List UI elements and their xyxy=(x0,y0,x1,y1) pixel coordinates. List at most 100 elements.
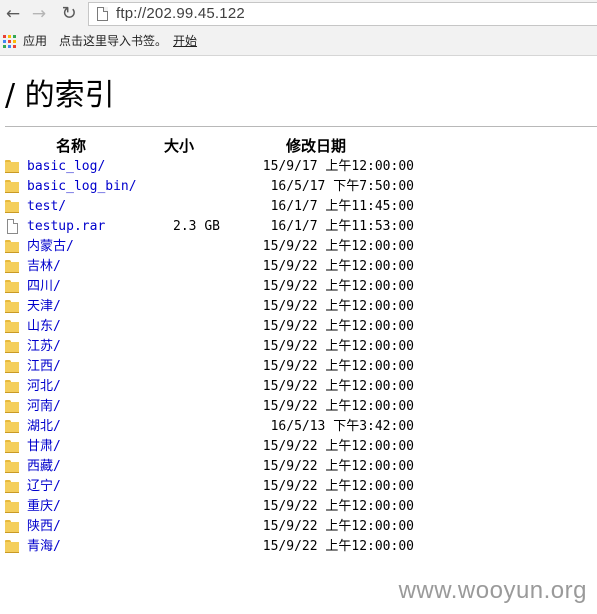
list-item: test/16/1/7 上午11:45:00 xyxy=(0,197,597,217)
file-icon xyxy=(5,219,19,234)
address-bar[interactable]: ftp://202.99.45.122 xyxy=(88,2,597,26)
folder-link[interactable]: 内蒙古/ xyxy=(27,238,74,256)
folder-icon xyxy=(5,340,19,353)
file-size: 2.3 GB xyxy=(173,219,220,234)
modified-date: 15/9/22 上午12:00:00 xyxy=(262,279,414,294)
modified-date: 15/9/22 上午12:00:00 xyxy=(262,359,414,374)
modified-date: 15/9/22 上午12:00:00 xyxy=(262,299,414,314)
back-arrow-icon[interactable]: ← xyxy=(3,4,23,24)
folder-link[interactable]: 山东/ xyxy=(27,318,61,336)
list-item: 重庆/15/9/22 上午12:00:00 xyxy=(0,497,597,517)
folder-icon xyxy=(5,400,19,413)
folder-link[interactable]: 吉林/ xyxy=(27,258,61,276)
modified-date: 15/9/22 上午12:00:00 xyxy=(262,479,414,494)
folder-link[interactable]: 辽宁/ xyxy=(27,478,61,496)
file-listing: basic_log/15/9/17 上午12:00:00 basic_log_bi… xyxy=(0,157,597,557)
folder-icon xyxy=(5,200,19,213)
folder-icon xyxy=(5,520,19,533)
folder-icon xyxy=(5,240,19,253)
modified-date: 15/9/22 上午12:00:00 xyxy=(262,319,414,334)
modified-date: 15/9/22 上午12:00:00 xyxy=(262,499,414,514)
list-item: 江苏/15/9/22 上午12:00:00 xyxy=(0,337,597,357)
modified-date: 16/5/17 下午7:50:00 xyxy=(270,179,414,194)
column-header-size[interactable]: 大小 xyxy=(164,137,194,155)
list-item: 天津/15/9/22 上午12:00:00 xyxy=(0,297,597,317)
folder-link[interactable]: 重庆/ xyxy=(27,498,61,516)
list-item: 江西/15/9/22 上午12:00:00 xyxy=(0,357,597,377)
apps-grid-icon[interactable] xyxy=(3,35,16,48)
folder-icon xyxy=(5,440,19,453)
bookmark-start-link[interactable]: 开始 xyxy=(173,33,197,49)
folder-icon xyxy=(5,320,19,333)
modified-date: 16/1/7 上午11:45:00 xyxy=(270,199,414,214)
modified-date: 15/9/22 上午12:00:00 xyxy=(262,339,414,354)
page-title: / 的索引 xyxy=(5,78,115,113)
folder-icon xyxy=(5,160,19,173)
url-text[interactable]: ftp://202.99.45.122 xyxy=(116,5,245,23)
folder-link[interactable]: basic_log/ xyxy=(27,158,105,176)
modified-date: 15/9/22 上午12:00:00 xyxy=(262,439,414,454)
modified-date: 15/9/22 上午12:00:00 xyxy=(262,539,414,554)
folder-icon xyxy=(5,380,19,393)
modified-date: 16/5/13 下午3:42:00 xyxy=(270,419,414,434)
list-item: basic_log/15/9/17 上午12:00:00 xyxy=(0,157,597,177)
list-item: 河北/15/9/22 上午12:00:00 xyxy=(0,377,597,397)
watermark: www.wooyun.org xyxy=(398,577,587,604)
folder-link[interactable]: 天津/ xyxy=(27,298,61,316)
column-header-name[interactable]: 名称 xyxy=(56,137,86,155)
folder-icon xyxy=(5,480,19,493)
modified-date: 15/9/22 上午12:00:00 xyxy=(262,519,414,534)
bookmark-apps[interactable]: 应用 xyxy=(23,33,47,49)
folder-link[interactable]: 河北/ xyxy=(27,378,61,396)
forward-arrow-icon[interactable]: → xyxy=(29,4,49,24)
folder-link[interactable]: 江西/ xyxy=(27,358,61,376)
list-item: basic_log_bin/16/5/17 下午7:50:00 xyxy=(0,177,597,197)
column-header-modified[interactable]: 修改日期 xyxy=(286,137,346,155)
modified-date: 15/9/22 上午12:00:00 xyxy=(262,379,414,394)
folder-link[interactable]: 甘肃/ xyxy=(27,438,61,456)
folder-link[interactable]: test/ xyxy=(27,198,66,216)
modified-date: 15/9/22 上午12:00:00 xyxy=(262,459,414,474)
modified-date: 15/9/22 上午12:00:00 xyxy=(262,399,414,414)
folder-link[interactable]: basic_log_bin/ xyxy=(27,178,137,196)
folder-icon xyxy=(5,460,19,473)
list-item: 四川/15/9/22 上午12:00:00 xyxy=(0,277,597,297)
list-item: testup.rar 2.3 GB 16/1/7 上午11:53:00 xyxy=(0,217,597,237)
divider xyxy=(5,126,597,127)
folder-link[interactable]: 西藏/ xyxy=(27,458,61,476)
file-link[interactable]: testup.rar xyxy=(27,218,105,236)
folder-icon xyxy=(5,360,19,373)
list-item: 吉林/15/9/22 上午12:00:00 xyxy=(0,257,597,277)
list-item: 山东/15/9/22 上午12:00:00 xyxy=(0,317,597,337)
folder-link[interactable]: 河南/ xyxy=(27,398,61,416)
folder-icon xyxy=(5,500,19,513)
list-item: 内蒙古/15/9/22 上午12:00:00 xyxy=(0,237,597,257)
folder-icon xyxy=(5,180,19,193)
list-item: 河南/15/9/22 上午12:00:00 xyxy=(0,397,597,417)
folder-icon xyxy=(5,420,19,433)
folder-icon xyxy=(5,260,19,273)
page-icon xyxy=(97,7,108,21)
folder-link[interactable]: 江苏/ xyxy=(27,338,61,356)
folder-link[interactable]: 青海/ xyxy=(27,538,61,556)
reload-icon[interactable]: ↻ xyxy=(59,4,79,24)
list-item: 辽宁/15/9/22 上午12:00:00 xyxy=(0,477,597,497)
folder-icon xyxy=(5,540,19,553)
modified-date: 16/1/7 上午11:53:00 xyxy=(270,219,414,234)
bookmark-import-hint: 点击这里导入书签。 xyxy=(59,34,168,48)
list-item: 甘肃/15/9/22 上午12:00:00 xyxy=(0,437,597,457)
folder-icon xyxy=(5,300,19,313)
folder-link[interactable]: 四川/ xyxy=(27,278,61,296)
browser-chrome: ← → ↻ ftp://202.99.45.122 应用 点击这里导入书签。 开… xyxy=(0,0,597,56)
list-item: 青海/15/9/22 上午12:00:00 xyxy=(0,537,597,557)
list-item: 陕西/15/9/22 上午12:00:00 xyxy=(0,517,597,537)
folder-link[interactable]: 湖北/ xyxy=(27,418,61,436)
folder-icon xyxy=(5,280,19,293)
modified-date: 15/9/17 上午12:00:00 xyxy=(262,159,414,174)
list-item: 西藏/15/9/22 上午12:00:00 xyxy=(0,457,597,477)
modified-date: 15/9/22 上午12:00:00 xyxy=(262,259,414,274)
list-item: 湖北/16/5/13 下午3:42:00 xyxy=(0,417,597,437)
modified-date: 15/9/22 上午12:00:00 xyxy=(262,239,414,254)
bookmarks-bar: 应用 点击这里导入书签。 开始 xyxy=(0,30,597,52)
folder-link[interactable]: 陕西/ xyxy=(27,518,61,536)
